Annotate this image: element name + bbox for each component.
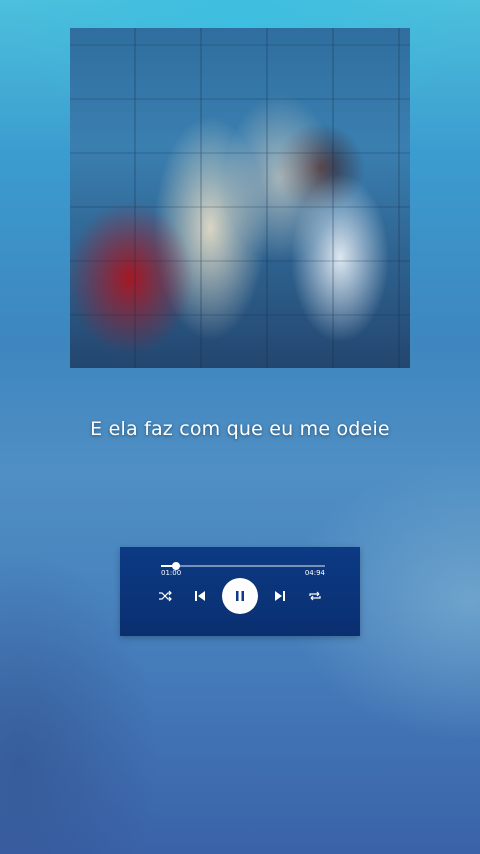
shuffle-button[interactable] — [155, 586, 175, 606]
total-time: 04:94 — [304, 569, 325, 577]
next-button[interactable] — [270, 586, 290, 606]
skip-next-icon — [273, 589, 287, 603]
current-time: 01:00 — [161, 569, 182, 577]
album-cover — [70, 28, 410, 368]
shuffle-icon — [158, 590, 172, 602]
repeat-button[interactable] — [305, 586, 325, 606]
pause-icon — [234, 587, 246, 606]
pause-button[interactable] — [222, 578, 258, 614]
previous-button[interactable] — [190, 586, 210, 606]
skip-previous-icon — [193, 589, 207, 603]
repeat-icon — [308, 590, 322, 602]
album-cover-artwork — [70, 28, 410, 368]
lyrics-line: E ela faz com que eu me odeie — [90, 418, 390, 440]
progress-bar[interactable] — [161, 562, 325, 570]
music-player: 01:00 04:94 — [120, 547, 360, 636]
